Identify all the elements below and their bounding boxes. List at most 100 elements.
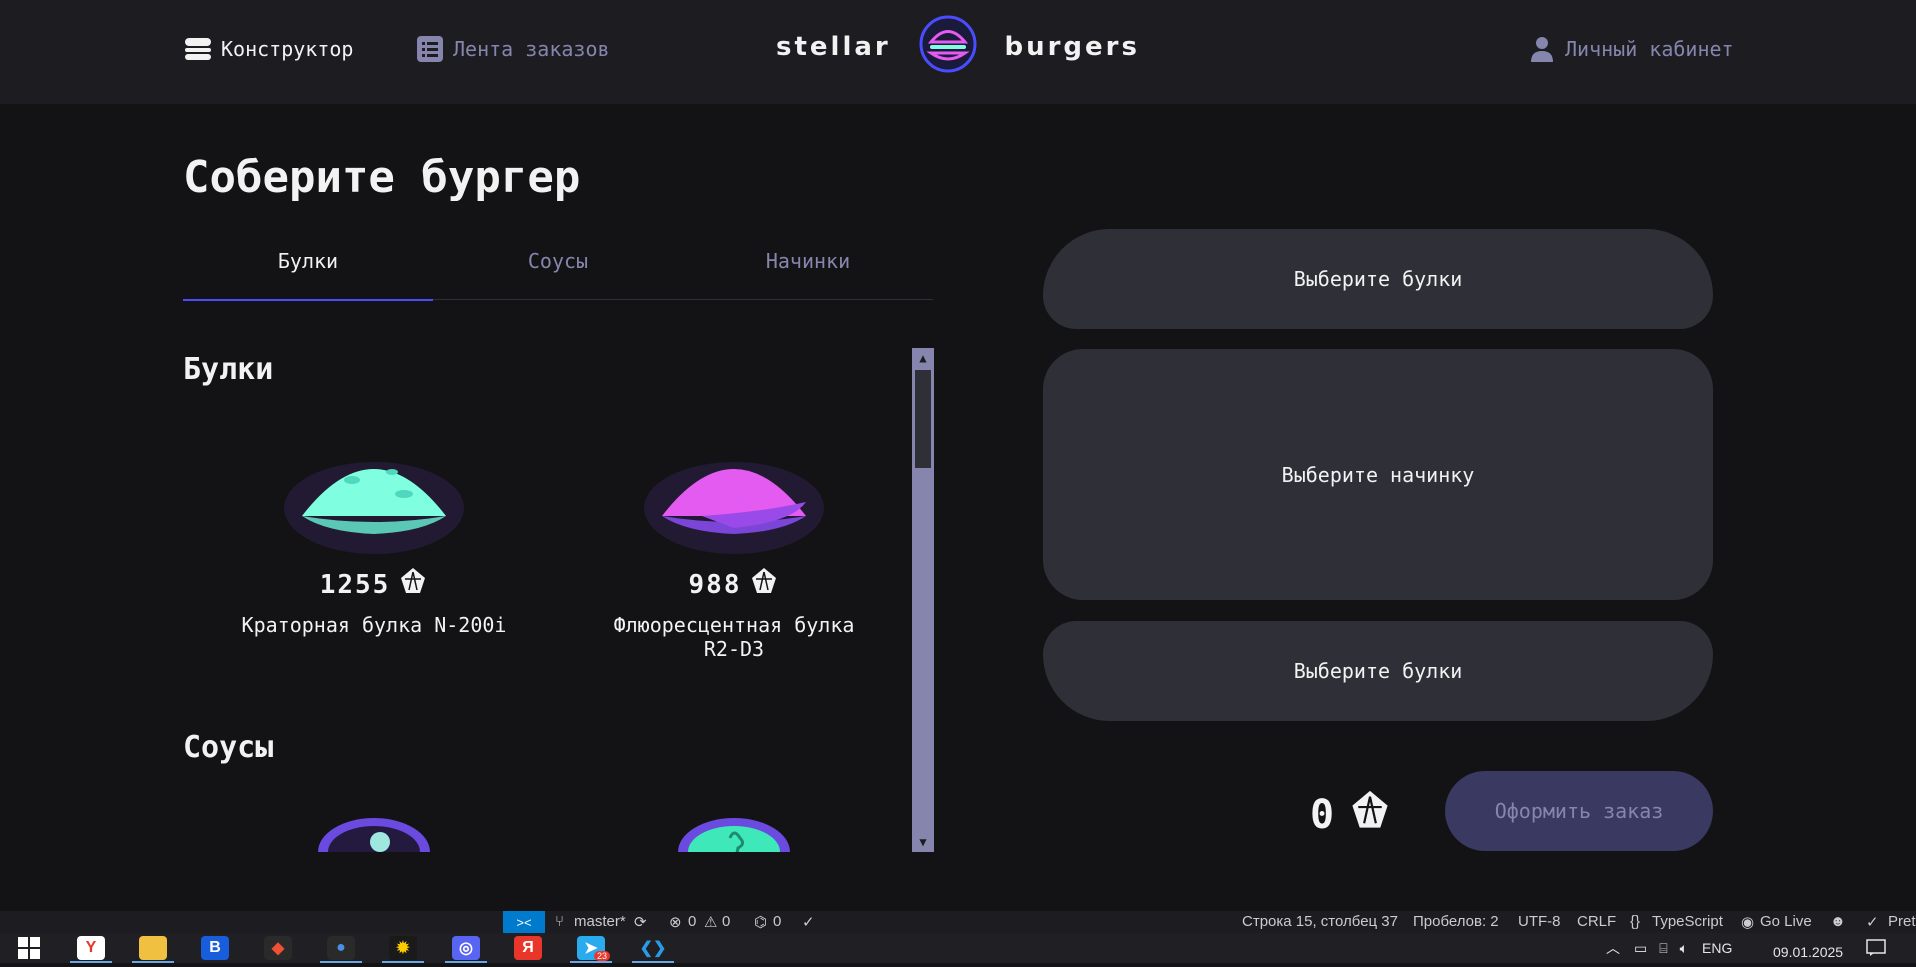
scroll-down-arrow-icon[interactable]: ▼ [912, 832, 934, 852]
file-explorer-icon[interactable] [128, 933, 178, 963]
nav-constructor-label: Конструктор [221, 37, 354, 61]
warning-icon: ⚠ [704, 914, 718, 931]
nav-feed-label: Лента заказов [453, 37, 610, 61]
stardock-icon-glyph: ✹ [389, 936, 417, 960]
page-title: Соберите бургер [183, 152, 581, 203]
nav-account-link[interactable]: Личный кабинет [1527, 32, 1734, 66]
ingredient-price: 1255 [238, 566, 510, 603]
price-value: 1255 [319, 569, 391, 600]
cursor-position[interactable]: Строка 15, столбец 37 [1242, 913, 1398, 930]
app-header: Конструктор Лента заказов stellar burger… [0, 0, 1916, 104]
ingredient-price: 988 [598, 566, 870, 603]
battery-icon[interactable]: ▭ [1634, 940, 1647, 957]
sauce-image [642, 808, 826, 852]
encoding[interactable]: UTF-8 [1518, 913, 1561, 930]
logo-text-right: burgers [1004, 32, 1140, 62]
line-ending[interactable]: CRLF [1577, 913, 1616, 930]
git-icon[interactable]: ◆ [253, 933, 303, 963]
bottom-bun-placeholder: Выберите булки [1293, 659, 1463, 683]
stardock-icon[interactable]: ✹ [378, 933, 428, 963]
tab-buns[interactable]: Булки [183, 222, 433, 301]
chrome-icon-glyph: ● [327, 936, 355, 960]
ingredient-card[interactable]: 988 Флюоресцентная булка R2-D3 [598, 432, 870, 661]
ingredient-card[interactable] [238, 808, 510, 852]
prettier-icon: ✓ [1866, 914, 1879, 931]
vscode-icon-glyph: ❮❯ [639, 936, 667, 960]
ingredient-card[interactable] [598, 808, 870, 852]
bottom-bun-slot[interactable]: Выберите булки [1043, 621, 1713, 721]
total-value: 0 [1310, 792, 1335, 838]
sauce-image [282, 808, 466, 852]
nav-account-label: Личный кабинет [1565, 37, 1734, 61]
main-content: Соберите бургер Булки Соусы Начинки Булк… [0, 104, 1916, 911]
currency-icon [749, 566, 779, 603]
filling-slot[interactable]: Выберите начинку [1043, 349, 1713, 600]
bitwarden-icon-glyph: B [201, 936, 229, 960]
branch-icon: ⑂ [555, 913, 565, 930]
git-branch[interactable]: master* [574, 913, 626, 930]
ingredient-name: Краторная булка N-200i [241, 613, 507, 637]
editor-status-bar: >< ⑂ master* ⟳ ⊗ 0 ⚠ 0 ⌬ 0 ✓ Строка 15, … [0, 911, 1916, 933]
place-order-button[interactable]: Оформить заказ [1445, 771, 1713, 851]
section-title-sauces: Соусы [183, 730, 274, 765]
list-icon [415, 34, 445, 64]
bun-image [642, 432, 826, 558]
price-value: 988 [688, 569, 742, 600]
go-live-button[interactable]: Go Live [1760, 913, 1812, 930]
bun-image [282, 432, 466, 558]
top-bun-placeholder: Выберите булки [1293, 267, 1463, 291]
currency-icon [1348, 788, 1392, 842]
logo-text-left: stellar [776, 32, 891, 62]
tab-fillings[interactable]: Начинки [683, 222, 933, 300]
error-count[interactable]: 0 [688, 913, 696, 930]
tab-sauces[interactable]: Соусы [433, 222, 683, 300]
yandex-browser-icon[interactable]: Y [66, 933, 116, 963]
bitwarden-icon[interactable]: B [190, 933, 240, 963]
ingredient-name: Флюоресцентная булка R2-D3 [613, 613, 855, 661]
logo-burger-icon [919, 15, 977, 80]
sync-icon[interactable]: ⟳ [634, 913, 647, 931]
language-mode[interactable]: TypeScript [1652, 913, 1723, 930]
discord-icon[interactable]: ◎ [441, 933, 491, 963]
scroll-up-arrow-icon[interactable]: ▲ [912, 348, 934, 368]
ingredient-tabs: Булки Соусы Начинки [183, 222, 933, 301]
stellar-burgers-logo[interactable]: stellar burgers [776, 15, 1140, 80]
nav-feed-link[interactable]: Лента заказов [415, 32, 610, 66]
chrome-icon[interactable]: ● [316, 933, 366, 963]
order-total: 0 [1310, 788, 1392, 842]
tray-expand-icon[interactable]: ︿ [1606, 938, 1620, 958]
volume-icon[interactable]: 🔈︎ [1680, 940, 1688, 957]
warning-count[interactable]: 0 [722, 913, 730, 930]
telegram-icon[interactable]: ➤ 23 [566, 933, 616, 963]
language-indicator[interactable]: ENG [1702, 940, 1732, 956]
top-bun-slot[interactable]: Выберите булки [1043, 229, 1713, 329]
catalog-scrollbar[interactable]: ▲ ▼ [912, 348, 934, 852]
section-title-buns: Булки [183, 352, 274, 387]
check-icon[interactable]: ✓ [802, 913, 815, 931]
burger-icon [183, 34, 213, 64]
profile-icon [1527, 34, 1557, 64]
discord-icon-glyph: ◎ [452, 936, 480, 960]
file-explorer-icon-glyph [139, 936, 167, 960]
ingredient-card[interactable]: 1255 Краторная булка N-200i [238, 432, 510, 637]
yandex-music-icon[interactable]: Я [503, 933, 553, 963]
filling-placeholder: Выберите начинку [1281, 462, 1475, 487]
error-icon: ⊗ [669, 914, 682, 931]
nav-constructor-link[interactable]: Конструктор [183, 32, 353, 66]
remote-indicator-icon[interactable]: >< [503, 911, 545, 933]
scrollbar-thumb[interactable] [915, 370, 931, 468]
notifications-icon[interactable] [1866, 933, 1886, 963]
windows-start-icon[interactable] [4, 933, 54, 963]
vscode-icon[interactable]: ❮❯ [628, 933, 678, 963]
git-icon-glyph: ◆ [264, 936, 292, 960]
notification-badge: 23 [593, 951, 610, 961]
system-tray: ︿ ▭ ⌸ 🔈︎ ENG [1606, 933, 1732, 963]
prettier-status[interactable]: Pret [1888, 913, 1916, 930]
windows-taskbar: Y B ◆ ● ✹ ◎ Я ➤ 23 ❮❯ ︿ ▭ ⌸ 🔈︎ ENG 09.01.2025 [0, 933, 1916, 963]
indentation[interactable]: Пробелов: 2 [1413, 913, 1499, 930]
ingredients-list[interactable]: Булки 1255 Краторная булка N-200i 988 Фл… [183, 348, 913, 852]
network-icon[interactable]: ⌸ [1659, 940, 1667, 957]
ports-count[interactable]: 0 [773, 913, 781, 930]
currency-icon [398, 566, 428, 603]
copilot-icon[interactable]: ☻ [1830, 913, 1846, 930]
